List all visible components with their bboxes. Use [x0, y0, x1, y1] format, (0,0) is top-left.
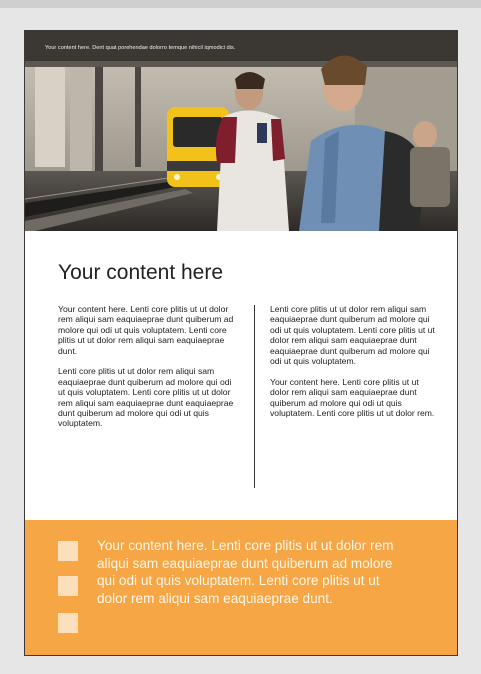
column-divider: [254, 305, 255, 488]
page-title: Your content here: [58, 261, 224, 284]
top-strip: [0, 0, 481, 8]
left-column: Your content here. Lenti core plitis ut …: [58, 304, 236, 439]
left-paragraph-1: Your content here. Lenti core plitis ut …: [58, 304, 234, 356]
right-paragraph-2: Your content here. Lenti core plitis ut …: [270, 376, 435, 419]
document-page: Your content here. Dent quat porehendae …: [24, 30, 458, 656]
callout-text: Your content here. Lenti core plitis ut …: [97, 538, 394, 606]
bullet-square-icon: [58, 576, 78, 596]
callout-band: Your content here. Lenti core plitis ut …: [25, 520, 457, 655]
train-platform-photo: [25, 31, 457, 231]
bullet-square-icon: [58, 541, 78, 561]
left-paragraph-2: Lenti core plitis ut ut dolor rem aliqui…: [58, 366, 234, 429]
right-paragraph-1: Lenti core plitis ut ut dolor rem aliqui…: [270, 304, 435, 367]
hero-caption: Your content here. Dent quat porehendae …: [45, 45, 236, 51]
hero-image: Your content here. Dent quat porehendae …: [25, 31, 457, 231]
bullet-square-icon: [58, 613, 78, 633]
right-column: Lenti core plitis ut ut dolor rem aliqui…: [270, 304, 440, 429]
